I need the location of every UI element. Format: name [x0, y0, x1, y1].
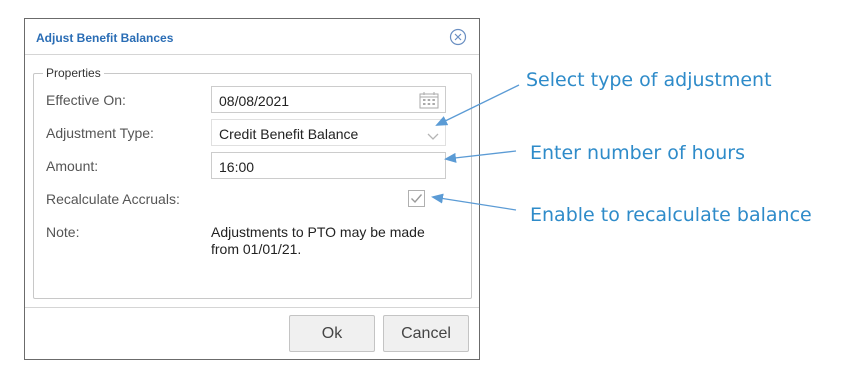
callout-adjustment-type: Select type of adjustment	[526, 69, 772, 91]
arrow-to-recalculate	[431, 193, 517, 211]
arrow-to-adjustment-type	[435, 84, 520, 126]
callout-arrows	[431, 84, 520, 211]
callout-hours: Enter number of hours	[530, 142, 746, 164]
arrow-to-amount	[444, 150, 517, 163]
callout-recalculate: Enable to recalculate balance	[530, 204, 812, 226]
